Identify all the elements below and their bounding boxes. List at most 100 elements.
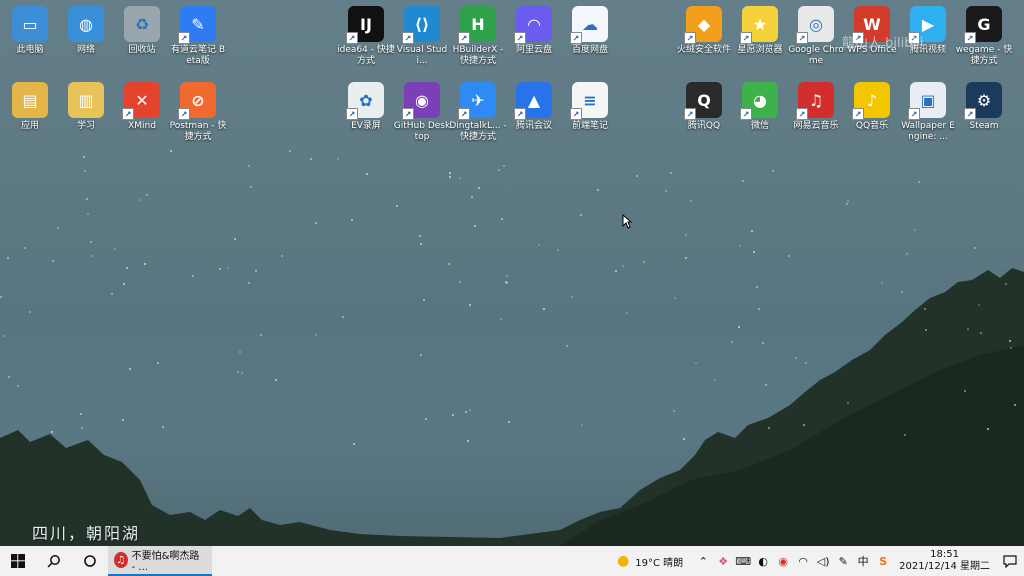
desktop-icon-github-desktop[interactable]: ◉ ↗ GitHub Desktop (392, 80, 452, 146)
shortcut-arrow-icon: ↗ (740, 108, 752, 120)
star (508, 421, 510, 423)
desktop-icon-postman[interactable]: ⊘ ↗ Postman - 快捷方式 (168, 80, 228, 146)
desktop-icon-frontend-notes[interactable]: ≡ ↗ 前端笔记 (560, 80, 620, 146)
star (425, 418, 427, 420)
desktop[interactable]: ▭ 此电脑 ◍ 网络 ♻ 回收站 ✎ ↗ 有道云笔记 Beta版 ▤ 应用 ▥ 学习 ✕ ↗ XMind ⊘ ↗ P… (0, 0, 1024, 576)
desktop-icon-qq-music[interactable]: ♪ ↗ QQ音乐 (842, 80, 902, 146)
pen-icon[interactable]: ✎ (834, 552, 852, 570)
taskbar-app-netease-music[interactable]: ♫ 不要怕&啊杰路 - ... (108, 546, 212, 576)
desktop-icon-apps-folder[interactable]: ▤ 应用 (0, 80, 60, 146)
shortcut-arrow-icon: ↗ (402, 32, 414, 44)
desktop-icon-wegame[interactable]: G ↗ wegame - 快捷方式 (954, 4, 1014, 70)
clock-date: 2021/12/14 星期二 (899, 561, 990, 572)
chrome-icon: ◎ ↗ (796, 6, 834, 44)
desktop-icon-qq[interactable]: Q ↗ 腾讯QQ (674, 80, 734, 146)
desktop-icon-ev-recorder[interactable]: ✿ ↗ EV录屏 (336, 80, 396, 146)
star (847, 402, 849, 404)
desktop-icon-chrome[interactable]: ◎ ↗ Google Chrome (786, 4, 846, 70)
star (742, 180, 744, 182)
search-icon (47, 555, 60, 568)
tray-qq-icon[interactable]: ◐ (754, 552, 772, 570)
desktop-icon-twinkstar-browser[interactable]: ★ ↗ 星愿浏览器 (730, 4, 790, 70)
star (239, 351, 241, 353)
star (768, 427, 770, 429)
star (24, 247, 26, 249)
shortcut-arrow-icon: ↗ (570, 108, 582, 120)
desktop-icon-vscode[interactable]: ⟨⟩ ↗ Visual Studi... (392, 4, 452, 70)
action-center-button[interactable] (996, 546, 1024, 576)
desktop-icon-recycle-bin[interactable]: ♻ 回收站 (112, 4, 172, 70)
star (904, 434, 906, 436)
shortcut-arrow-icon: ↗ (402, 108, 414, 120)
star (597, 189, 599, 191)
desktop-icon-aliyun-drive[interactable]: ◠ ↗ 阿里云盘 (504, 4, 564, 70)
taskbar: ♫ 不要怕&啊杰路 - ... ● 19°C 晴朗 ⌃ ❖ ⌨ ◐ ◉ ◠ ◁)… (0, 546, 1024, 576)
cortana-button[interactable] (72, 546, 108, 576)
star (3, 335, 5, 337)
desktop-icon-study-folder[interactable]: ▥ 学习 (56, 80, 116, 146)
star (665, 190, 667, 192)
star (366, 173, 368, 175)
desktop-icon-label: 阿里云盘 (515, 45, 552, 55)
shortcut-arrow-icon: ↗ (178, 32, 190, 44)
desktop-icon-label: 前端笔记 (571, 121, 608, 131)
desktop-icon-idea[interactable]: IJ ↗ idea64 - 快捷方式 (336, 4, 396, 70)
shortcut-arrow-icon: ↗ (684, 108, 696, 120)
star (762, 342, 764, 344)
star (80, 413, 82, 415)
star (506, 282, 508, 284)
desktop-icon-netease-music[interactable]: ♫ ↗ 网易云音乐 (786, 80, 846, 146)
clock[interactable]: 18:51 2021/12/14 星期二 (899, 549, 990, 573)
search-button[interactable] (36, 546, 72, 576)
wifi-icon[interactable]: ◠ (794, 552, 812, 570)
star (967, 328, 969, 330)
desktop-icon-hbuilderx[interactable]: H ↗ HBuilderX - 快捷方式 (448, 4, 508, 70)
star (978, 304, 980, 306)
star (626, 312, 628, 314)
this-pc-icon: ▭ (12, 6, 48, 42)
star (758, 308, 760, 310)
star (566, 345, 568, 347)
star (881, 282, 883, 284)
desktop-icon-huorong[interactable]: ◆ ↗ 火绒安全软件 (674, 4, 734, 70)
show-hidden-icons-chevron-icon[interactable]: ⌃ (694, 552, 712, 570)
huorong-icon: ◆ ↗ (684, 6, 722, 44)
desktop-icon-wallpaper-engine[interactable]: ▣ ↗ Wallpaper Engine: ... (898, 80, 958, 146)
tray-app-pink-icon[interactable]: ❖ (714, 552, 732, 570)
star (83, 156, 85, 158)
desktop-icon-label: 百度网盘 (571, 45, 608, 55)
star (86, 198, 88, 200)
star (753, 251, 755, 253)
star (7, 257, 9, 259)
desktop-icon-xmind[interactable]: ✕ ↗ XMind (112, 80, 172, 146)
desktop-icon-baidu-netdisk[interactable]: ☁ ↗ 百度网盘 (560, 4, 620, 70)
star (123, 283, 125, 285)
weather-text[interactable]: 19°C 晴朗 (635, 554, 683, 569)
desktop-icon-steam[interactable]: ⚙ ↗ Steam (954, 80, 1014, 146)
desktop-icon-youdao-note[interactable]: ✎ ↗ 有道云笔记 Beta版 (168, 4, 228, 70)
desktop-icon-wechat[interactable]: ◕ ↗ 微信 (730, 80, 790, 146)
star (122, 419, 124, 421)
star (974, 247, 976, 249)
volume-icon[interactable]: ◁) (814, 552, 832, 570)
study-folder-icon: ▥ (68, 82, 104, 118)
desktop-icon-this-pc[interactable]: ▭ 此电脑 (0, 4, 60, 70)
desktop-icon-network[interactable]: ◍ 网络 (56, 4, 116, 70)
tray-s-app-icon[interactable]: S (874, 552, 892, 570)
start-button[interactable] (0, 546, 36, 576)
star (353, 443, 355, 445)
dingtalk-icon: ✈ ↗ (458, 82, 496, 120)
tray-keyboard-icon[interactable]: ⌨ (734, 552, 752, 570)
shortcut-arrow-icon: ↗ (964, 32, 976, 44)
desktop-icon-tencent-meeting[interactable]: ▲ ↗ 腾讯会议 (504, 80, 564, 146)
ime-indicator[interactable]: 中 (854, 552, 872, 570)
star (84, 170, 86, 172)
desktop-icon-dingtalk[interactable]: ✈ ↗ DingtalkL... - 快捷方式 (448, 80, 508, 146)
star (0, 296, 2, 298)
shortcut-arrow-icon: ↗ (458, 108, 470, 120)
star (581, 424, 583, 426)
star (91, 255, 93, 257)
tray-netease-icon[interactable]: ◉ (774, 552, 792, 570)
github-desktop-icon: ◉ ↗ (402, 82, 440, 120)
weather-sun-icon[interactable]: ● (614, 552, 632, 570)
